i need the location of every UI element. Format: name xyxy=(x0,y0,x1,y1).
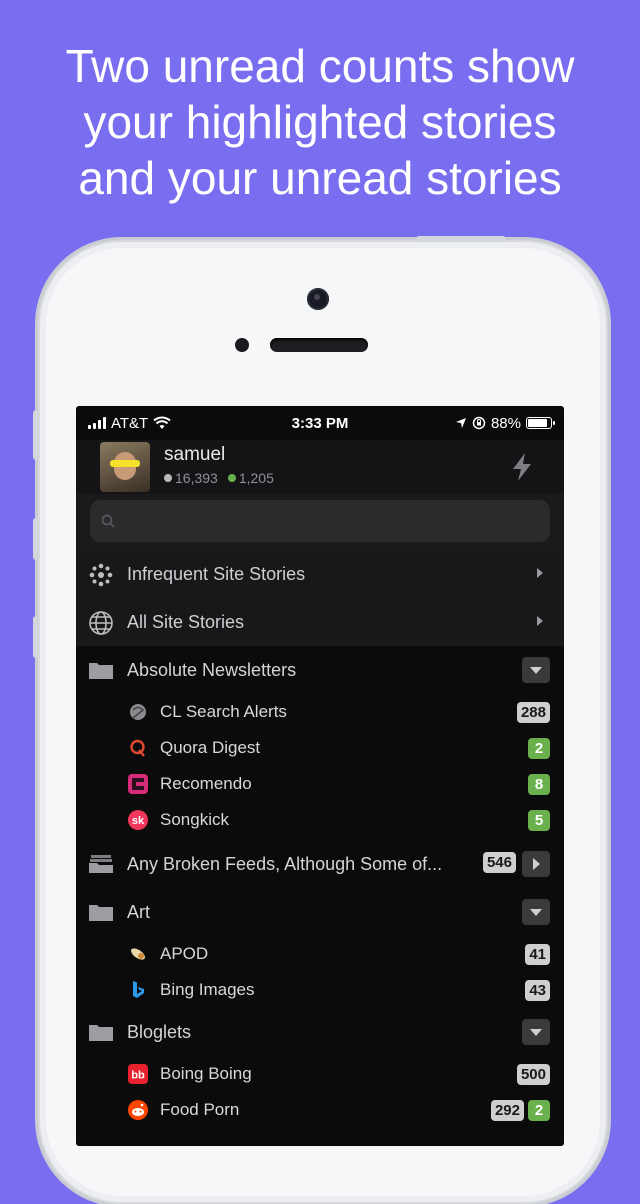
positive-total: 1,205 xyxy=(227,470,274,486)
earpiece-speaker xyxy=(270,338,368,352)
front-camera xyxy=(307,288,329,310)
chevron-right-icon xyxy=(537,568,543,578)
volume-up-button xyxy=(33,518,39,560)
expand-folder-button[interactable] xyxy=(522,851,550,877)
status-bar: AT&T 3:33 PM 88% xyxy=(76,406,564,440)
infrequent-icon xyxy=(89,563,113,587)
username: samuel xyxy=(164,444,226,465)
feed-quora-digest[interactable]: Quora Digest 2 xyxy=(76,730,564,766)
headline-line-3: and your unread stories xyxy=(78,152,562,204)
profile-header[interactable]: samuel 16,393 1,205 xyxy=(76,440,564,494)
quora-icon xyxy=(130,739,145,757)
folder-icon xyxy=(89,1025,113,1041)
neutral-total-value: 16,393 xyxy=(175,470,218,486)
feed-label: Recomendo xyxy=(160,774,252,793)
svg-text:bb: bb xyxy=(131,1070,145,1082)
boingboing-icon: bb xyxy=(128,1064,148,1084)
special-feed-label: Infrequent Site Stories xyxy=(127,564,306,584)
folder-art[interactable]: Art xyxy=(76,888,564,936)
folder-absolute-newsletters[interactable]: Absolute Newsletters xyxy=(76,646,564,694)
feed-label: Bing Images xyxy=(160,980,255,999)
unread-count-badge: 292 xyxy=(490,1100,524,1121)
headline-line-1: Two unread counts show xyxy=(65,40,575,92)
silent-switch xyxy=(33,410,39,460)
focus-count-badge: 2 xyxy=(528,1100,550,1121)
globe-icon xyxy=(89,611,113,635)
unread-count-badge: 41 xyxy=(525,944,550,965)
apod-icon xyxy=(131,948,145,960)
svg-text:sk: sk xyxy=(132,815,145,827)
avatar[interactable] xyxy=(100,442,150,492)
search-icon xyxy=(101,514,115,528)
search-input[interactable] xyxy=(90,500,550,542)
collapse-folder-button[interactable] xyxy=(522,899,550,925)
collapse-folder-button[interactable] xyxy=(522,657,550,683)
feed-songkick[interactable]: sk Songkick 5 xyxy=(76,802,564,838)
search-bar xyxy=(76,494,564,550)
folder-icon xyxy=(89,663,113,679)
folder-stack-icon xyxy=(89,855,113,873)
feed-apod[interactable]: APOD 41 xyxy=(76,936,564,972)
craigslist-icon xyxy=(130,704,146,720)
recomendo-icon xyxy=(128,774,148,794)
songkick-icon: sk xyxy=(128,810,148,830)
positive-dot-icon xyxy=(227,474,236,483)
folder-icon xyxy=(89,905,113,921)
special-feed-all-site[interactable]: All Site Stories xyxy=(76,598,564,646)
folder-label: Bloglets xyxy=(127,1022,192,1042)
clock: 3:33 PM xyxy=(291,414,349,432)
focus-count-badge: 8 xyxy=(528,774,550,795)
feed-food-porn[interactable]: Food Porn 292 2 xyxy=(76,1092,564,1128)
folder-label: Absolute Newsletters xyxy=(127,660,297,680)
volume-down-button xyxy=(33,616,39,658)
total-counts: 16,393 1,205 xyxy=(164,470,274,486)
feed-label: CL Search Alerts xyxy=(160,702,287,721)
headline: Two unread counts show your highlighted … xyxy=(0,38,640,206)
unread-count-badge: 500 xyxy=(516,1064,550,1085)
positive-total-value: 1,205 xyxy=(238,470,274,486)
folder-label: Any Broken Feeds, Although Some of... xyxy=(127,854,443,874)
chevron-right-icon xyxy=(537,616,543,626)
feed-label: APOD xyxy=(160,944,209,963)
neutral-total: 16,393 xyxy=(164,470,218,486)
reddit-icon xyxy=(128,1100,148,1120)
feed-label: Food Porn xyxy=(160,1100,240,1119)
folder-any-broken-feeds[interactable]: Any Broken Feeds, Although Some of... 54… xyxy=(76,840,564,888)
feed-recomendo[interactable]: Recomendo 8 xyxy=(76,766,564,802)
focus-count-badge: 2 xyxy=(528,738,550,759)
proximity-sensor xyxy=(235,338,249,352)
feed-label: Songkick xyxy=(160,810,229,829)
unread-count-badge: 546 xyxy=(482,852,516,873)
folder-label: Art xyxy=(127,902,151,922)
battery-icon xyxy=(526,417,555,429)
special-feed-infrequent[interactable]: Infrequent Site Stories xyxy=(76,550,564,598)
special-feed-label: All Site Stories xyxy=(127,612,245,632)
folder-bloglets[interactable]: Bloglets xyxy=(76,1008,564,1056)
headline-line-2: your highlighted stories xyxy=(83,96,557,148)
lightning-icon[interactable] xyxy=(510,452,534,482)
power-button xyxy=(416,236,506,242)
feed-label: Quora Digest xyxy=(160,738,261,757)
feed-label: Boing Boing xyxy=(160,1064,252,1083)
collapse-folder-button[interactable] xyxy=(522,1019,550,1045)
focus-count-badge: 5 xyxy=(528,810,550,831)
unread-count-badge: 288 xyxy=(516,702,550,723)
feed-boing-boing[interactable]: bb Boing Boing 500 xyxy=(76,1056,564,1092)
app-screen: AT&T 3:33 PM 88% samuel 16,393 1,205 Inf… xyxy=(76,406,564,1146)
neutral-dot-icon xyxy=(164,474,172,483)
bing-icon xyxy=(133,981,144,998)
feed-cl-search-alerts[interactable]: CL Search Alerts 288 xyxy=(76,694,564,730)
unread-count-badge: 43 xyxy=(525,980,550,1001)
feed-bing-images[interactable]: Bing Images 43 xyxy=(76,972,564,1008)
